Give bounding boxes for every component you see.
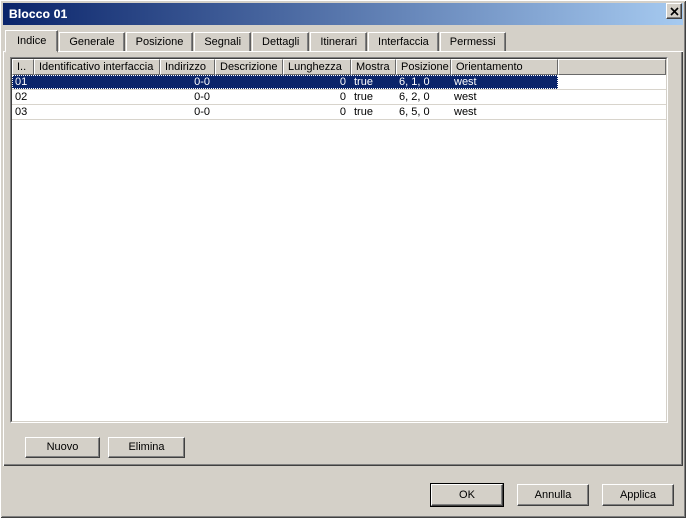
table-cell: 6, 2, 0 (396, 90, 451, 104)
tab-indice[interactable]: Indice (5, 30, 58, 53)
table-cell: 0-0 (160, 105, 215, 119)
column-header-filler (558, 59, 666, 75)
ok-button-face: OK (431, 484, 503, 506)
tab-page-indice: I..Identificativo interfacciaIndirizzoDe… (3, 51, 683, 466)
table-row-selected-band: 01 0-0 0true6, 1, 0west (12, 75, 558, 89)
close-button[interactable] (666, 3, 682, 19)
tab-interfaccia[interactable]: Interfaccia (368, 32, 439, 51)
table-cell: 0 (283, 90, 351, 104)
elimina-button[interactable]: Elimina (108, 437, 185, 458)
table-cell: true (351, 90, 396, 104)
column-header-identificativo-interfaccia[interactable]: Identificativo interfaccia (34, 59, 160, 75)
column-header-mostra[interactable]: Mostra (351, 59, 396, 75)
tab-dettagli[interactable]: Dettagli (252, 32, 309, 51)
interface-table: I..Identificativo interfacciaIndirizzoDe… (10, 57, 668, 423)
table-cell: 03 (12, 105, 34, 119)
column-header-orientamento[interactable]: Orientamento (451, 59, 558, 75)
title-bar[interactable]: Blocco 01 (3, 3, 683, 25)
table-row[interactable]: 02 0-0 0true6, 2, 0west (12, 90, 666, 105)
annulla-button[interactable]: Annulla (517, 484, 589, 506)
table-cell (215, 105, 283, 119)
table-row-band: 03 0-0 0true6, 5, 0west (12, 105, 558, 119)
column-header-posizione[interactable]: Posizione (396, 59, 451, 75)
table-cell: west (451, 75, 558, 89)
table-row-band: 02 0-0 0true6, 2, 0west (12, 90, 558, 104)
table-body: 010-00true6, 1, 0west020-00true6, 2, 0we… (12, 75, 666, 120)
tab-segnali[interactable]: Segnali (194, 32, 251, 51)
table-cell: 01 (12, 75, 34, 89)
column-header-lunghezza[interactable]: Lunghezza (283, 59, 351, 75)
table-cell: west (451, 105, 558, 119)
table-cell (34, 75, 160, 89)
table-cell: 6, 1, 0 (396, 75, 451, 89)
tab-bar: IndiceGeneralePosizioneSegnaliDettagliIt… (5, 29, 507, 51)
tab-permessi[interactable]: Permessi (440, 32, 506, 51)
table-cell (215, 90, 283, 104)
table-cell: 0 (283, 75, 351, 89)
tab-itinerari[interactable]: Itinerari (310, 32, 367, 51)
table-header-row: I..Identificativo interfacciaIndirizzoDe… (12, 59, 666, 75)
tab-posizione[interactable]: Posizione (126, 32, 194, 51)
table-cell: 6, 5, 0 (396, 105, 451, 119)
table-cell (34, 105, 160, 119)
close-icon (670, 7, 679, 16)
window-title: Blocco 01 (3, 7, 68, 21)
table-cell: west (451, 90, 558, 104)
column-header-indirizzo[interactable]: Indirizzo (160, 59, 215, 75)
nuovo-button[interactable]: Nuovo (25, 437, 100, 458)
ok-button[interactable]: OK (430, 483, 504, 507)
table-cell: 02 (12, 90, 34, 104)
table-cell: 0-0 (160, 90, 215, 104)
applica-button[interactable]: Applica (602, 484, 674, 506)
table-row[interactable]: 01 0-0 0true6, 1, 0west (12, 75, 666, 90)
table-cell: true (351, 75, 396, 89)
column-header-i-[interactable]: I.. (12, 59, 34, 75)
table-cell: true (351, 105, 396, 119)
column-header-descrizione[interactable]: Descrizione (215, 59, 283, 75)
table-cell (215, 75, 283, 89)
table-cell (34, 90, 160, 104)
tab-generale[interactable]: Generale (59, 32, 124, 51)
dialog-window: Blocco 01 IndiceGeneralePosizioneSegnali… (0, 0, 686, 518)
table-cell: 0 (283, 105, 351, 119)
interface-table-viewport: I..Identificativo interfacciaIndirizzoDe… (11, 58, 667, 422)
table-cell: 0-0 (160, 75, 215, 89)
table-row[interactable]: 03 0-0 0true6, 5, 0west (12, 105, 666, 120)
